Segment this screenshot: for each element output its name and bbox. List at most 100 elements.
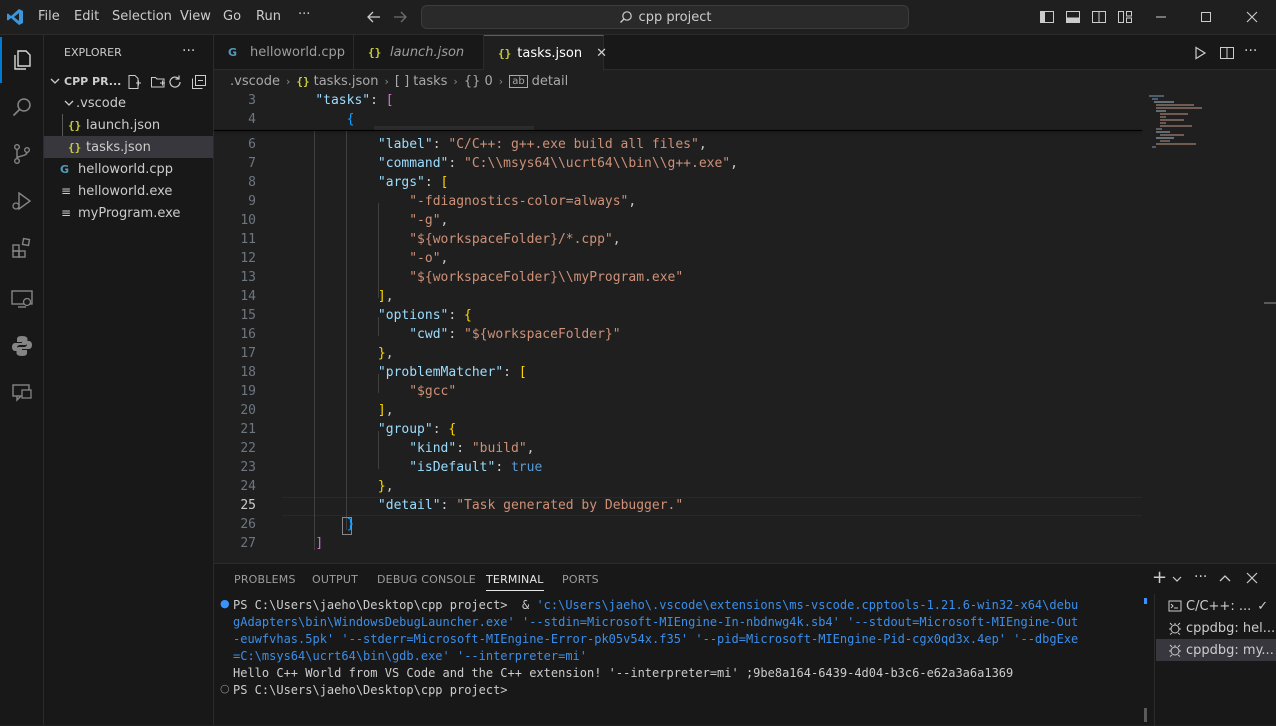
new-folder-icon[interactable] — [150, 74, 166, 90]
python-icon[interactable] — [0, 323, 44, 369]
panel-tab-terminal[interactable]: TERMINAL — [486, 573, 544, 591]
terminal-list-item[interactable]: cppdbg: my... — [1156, 639, 1276, 661]
new-file-icon[interactable] — [126, 74, 142, 90]
code-token: "-fdiagnostics-color=always" — [409, 194, 629, 209]
code-token: ] — [377, 289, 386, 304]
exe-file-icon: ≡ — [61, 206, 72, 220]
collapse-all-icon[interactable] — [191, 74, 207, 90]
tab-close-button[interactable]: ✕ — [596, 46, 607, 61]
code-token: , — [628, 194, 637, 209]
tab-launch-json[interactable]: {} launch.json — [354, 35, 484, 70]
breadcrumb-item[interactable]: {} 0 — [464, 74, 493, 89]
tab-tasks-json[interactable]: {} tasks.json ✕ — [484, 35, 607, 71]
code-line: "command": "C:\\msys64\\ucrt64\\bin\\g++… — [284, 156, 738, 171]
code-token: [ — [518, 365, 527, 380]
breadcrumb: .vscode › {} tasks.json › [ ] tasks › {}… — [230, 72, 568, 90]
line-number: 11 — [240, 232, 256, 247]
tree-item-helloworld-exe[interactable]: ≡ helloworld.exe — [44, 180, 213, 202]
tab-helloworld-cpp[interactable]: G helloworld.cpp — [214, 35, 354, 70]
code-token: "problemMatcher" — [377, 365, 504, 380]
breadcrumb-item[interactable]: detail — [532, 74, 569, 89]
toggle-primary-sidebar-icon[interactable] — [1039, 9, 1055, 25]
close-panel-icon[interactable] — [1246, 572, 1258, 584]
terminal-list-item[interactable]: C/C++: ... ✓ — [1156, 595, 1276, 617]
indent-guide — [378, 203, 379, 298]
menu-selection[interactable]: Selection — [112, 9, 172, 24]
panel-tab-debug-console[interactable]: DEBUG CONSOLE — [377, 573, 476, 586]
menu-more[interactable]: ··· — [298, 7, 310, 22]
breadcrumb-item[interactable]: [ ] tasks — [395, 74, 448, 89]
menu-view[interactable]: View — [180, 9, 211, 24]
code-token: } — [377, 479, 386, 494]
minimap[interactable] — [1144, 92, 1264, 152]
toggle-secondary-sidebar-icon[interactable] — [1091, 9, 1107, 25]
refresh-icon[interactable] — [167, 74, 183, 90]
maximize-panel-icon[interactable] — [1218, 572, 1232, 586]
code-token: "C:\\msys64\\ucrt64\\bin\\g++.exe" — [464, 156, 731, 171]
split-editor-icon[interactable] — [1219, 45, 1235, 61]
close-window-button[interactable] — [1229, 0, 1275, 34]
panel-tab-ports[interactable]: PORTS — [562, 573, 599, 586]
explorer-icon[interactable] — [0, 37, 44, 83]
code-token: "isDefault" — [409, 460, 496, 475]
tree-item-myprogram-exe[interactable]: ≡ myProgram.exe — [44, 202, 213, 224]
line-number: 9 — [248, 194, 256, 209]
tree-item-helloworld-cpp[interactable]: G helloworld.cpp — [44, 158, 213, 180]
line-number: 4 — [248, 112, 256, 127]
minimize-button[interactable] — [1138, 0, 1184, 34]
code-token: : — [448, 327, 465, 342]
terminal-list-item[interactable]: cppdbg: hel... — [1156, 617, 1276, 639]
panel-tab-problems[interactable]: PROBLEMS — [234, 573, 296, 586]
run-and-debug-icon[interactable] — [0, 178, 44, 224]
customize-layout-icon[interactable] — [1117, 9, 1133, 25]
menu-run[interactable]: Run — [256, 9, 281, 24]
chat-icon[interactable] — [0, 370, 44, 416]
tree-item-tasks-json[interactable]: {} tasks.json — [44, 136, 213, 158]
code-line: }, — [284, 479, 394, 494]
arrow-right-icon[interactable] — [392, 9, 408, 25]
extensions-icon[interactable] — [0, 225, 44, 271]
source-control-icon[interactable] — [0, 131, 44, 177]
menu-go[interactable]: Go — [223, 9, 241, 24]
code-editor[interactable]: 3 "tasks": [4 {6 "label": "C/C++: g++.ex… — [214, 92, 1276, 562]
chevron-right-icon: › — [384, 74, 389, 88]
search-icon[interactable] — [0, 84, 44, 130]
remote-explorer-icon[interactable] — [0, 276, 44, 322]
terminal-scrollbar[interactable] — [1144, 598, 1147, 722]
editor-scrollbar[interactable] — [1264, 302, 1276, 304]
code-token: : — [495, 460, 511, 475]
code-token: : — [424, 175, 441, 190]
tree-item-launch-json[interactable]: {} launch.json — [44, 114, 213, 136]
code-line: "$gcc" — [284, 384, 456, 399]
code-token: "-g" — [409, 213, 441, 228]
tree-item-vscode[interactable]: .vscode — [44, 92, 213, 114]
terminal-text-path: gAdapters\bin\WindowsDebugLauncher.exe' … — [233, 615, 1079, 629]
maximize-button[interactable] — [1183, 0, 1229, 34]
explorer-more-button[interactable]: ··· — [182, 43, 195, 59]
new-terminal-button[interactable]: + — [1152, 567, 1167, 588]
chevron-right-icon: › — [453, 74, 458, 88]
toggle-panel-icon[interactable] — [1065, 9, 1081, 25]
command-decoration-icon[interactable]: ○ — [220, 682, 230, 695]
command-decoration-icon[interactable]: ● — [220, 597, 230, 610]
breadcrumb-item[interactable]: .vscode — [230, 74, 280, 89]
code-line: }, — [284, 346, 394, 361]
breadcrumb-item[interactable]: tasks.json — [314, 74, 379, 89]
command-center-search[interactable]: cpp project — [421, 5, 909, 29]
editor-more-button[interactable]: ··· — [1244, 43, 1257, 59]
menu-file[interactable]: File — [38, 9, 60, 24]
chevron-down-icon — [44, 98, 76, 108]
chevron-down-icon[interactable] — [1172, 574, 1182, 584]
panel-tab-output[interactable]: OUTPUT — [312, 573, 358, 586]
arrow-left-icon[interactable] — [366, 9, 382, 25]
run-file-icon[interactable] — [1192, 45, 1208, 61]
code-token: "label" — [377, 137, 433, 152]
json-file-icon: {} — [498, 47, 512, 60]
panel-more-button[interactable]: ··· — [1194, 569, 1207, 585]
menu-edit[interactable]: Edit — [74, 9, 99, 24]
